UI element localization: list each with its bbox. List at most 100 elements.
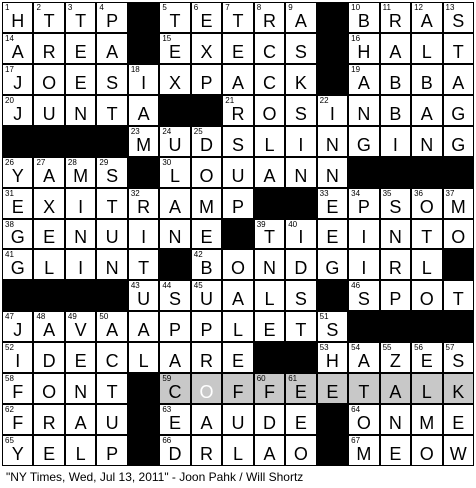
grid-cell[interactable]: T — [97, 374, 127, 404]
grid-cell[interactable]: L — [34, 250, 64, 280]
grid-cell[interactable]: R — [191, 343, 222, 373]
grid-cell[interactable]: N — [254, 250, 285, 280]
grid-cell[interactable]: L — [412, 374, 442, 404]
grid-cell[interactable]: S — [286, 33, 316, 63]
grid-cell[interactable]: 28 M — [65, 157, 96, 187]
grid-cell[interactable]: L — [254, 281, 285, 311]
grid-cell[interactable]: E — [443, 405, 473, 435]
grid-cell[interactable]: P — [191, 64, 222, 94]
grid-cell[interactable]: 27 A — [34, 157, 64, 187]
grid-cell[interactable]: I — [65, 250, 96, 280]
grid-cell[interactable]: P — [191, 312, 222, 342]
grid-cell[interactable]: S — [286, 281, 316, 311]
grid-cell[interactable]: X — [160, 64, 190, 94]
grid-cell[interactable]: 55 Z — [380, 343, 411, 373]
grid-cell[interactable]: A — [254, 157, 285, 187]
grid-cell[interactable]: L — [254, 126, 285, 156]
grid-cell[interactable]: 20 J — [3, 95, 33, 125]
grid-cell[interactable]: 43 U — [128, 281, 159, 311]
grid-cell[interactable]: 47 J — [3, 312, 33, 342]
grid-cell[interactable]: E — [191, 219, 222, 249]
grid-cell[interactable]: 53 H — [317, 343, 348, 373]
grid-cell[interactable]: E — [65, 64, 96, 94]
grid-cell[interactable]: T — [97, 188, 127, 218]
grid-cell[interactable]: E — [65, 33, 96, 63]
grid-cell[interactable]: 4P — [97, 3, 127, 32]
grid-cell[interactable]: O — [34, 374, 64, 404]
grid-cell[interactable]: A — [223, 281, 253, 311]
grid-cell[interactable]: T — [286, 312, 316, 342]
grid-cell[interactable]: O — [223, 250, 253, 280]
grid-cell[interactable]: 37 M — [443, 188, 473, 218]
grid-cell[interactable]: 57 S — [443, 343, 473, 373]
grid-cell[interactable]: 19 A — [349, 64, 379, 94]
grid-cell[interactable]: 24 U — [160, 126, 190, 156]
grid-cell[interactable]: A — [160, 188, 190, 218]
grid-cell[interactable]: 49 V — [65, 312, 96, 342]
grid-cell[interactable]: 40 I — [286, 219, 316, 249]
grid-cell[interactable]: A — [443, 64, 473, 94]
grid-cell[interactable]: O — [412, 436, 442, 465]
grid-cell[interactable]: O — [254, 95, 285, 125]
grid-cell[interactable]: N — [380, 405, 411, 435]
grid-cell[interactable]: R — [380, 250, 411, 280]
grid-cell[interactable]: I — [349, 250, 379, 280]
grid-cell[interactable]: 35 S — [380, 188, 411, 218]
grid-cell[interactable]: 54 A — [349, 343, 379, 373]
grid-cell[interactable]: U — [97, 405, 127, 435]
grid-cell[interactable]: T — [443, 33, 473, 63]
grid-cell[interactable]: 30 L — [160, 157, 190, 187]
grid-cell[interactable]: G — [317, 250, 348, 280]
grid-cell[interactable]: C — [254, 33, 285, 63]
grid-cell[interactable]: O — [34, 64, 64, 94]
grid-cell[interactable]: 52 I — [3, 343, 33, 373]
grid-cell[interactable]: B — [380, 64, 411, 94]
grid-cell[interactable]: 29 S — [97, 157, 127, 187]
grid-cell[interactable]: N — [317, 157, 348, 187]
grid-cell[interactable]: 59 C — [160, 374, 190, 404]
grid-cell[interactable]: G — [349, 126, 379, 156]
grid-cell[interactable]: 15 E — [160, 33, 190, 63]
grid-cell[interactable]: A — [128, 312, 159, 342]
grid-cell[interactable]: N — [286, 157, 316, 187]
grid-cell[interactable]: T — [128, 250, 159, 280]
grid-cell[interactable]: A — [191, 405, 222, 435]
grid-cell[interactable]: D — [286, 250, 316, 280]
grid-cell[interactable]: 44 S — [160, 281, 190, 311]
grid-cell[interactable]: U — [97, 219, 127, 249]
grid-cell[interactable]: A — [97, 33, 127, 63]
grid-cell[interactable]: A — [65, 405, 96, 435]
grid-cell[interactable]: C — [97, 343, 127, 373]
grid-cell[interactable]: N — [349, 95, 379, 125]
grid-cell[interactable]: A — [254, 436, 285, 465]
grid-cell[interactable]: 60 F — [254, 374, 285, 404]
grid-cell[interactable]: E — [34, 436, 64, 465]
grid-cell[interactable]: E — [223, 343, 253, 373]
grid-cell[interactable]: A — [160, 343, 190, 373]
grid-cell[interactable]: 12 A — [412, 3, 442, 32]
grid-cell[interactable]: E — [317, 374, 348, 404]
grid-cell[interactable]: K — [443, 374, 473, 404]
grid-cell[interactable]: 11 R — [380, 3, 411, 32]
grid-cell[interactable]: 18 I — [128, 64, 159, 94]
grid-cell[interactable]: 61 E — [286, 374, 316, 404]
grid-cell[interactable]: O — [443, 219, 473, 249]
grid-cell[interactable]: 34 P — [349, 188, 379, 218]
grid-cell[interactable]: K — [286, 64, 316, 94]
grid-cell[interactable]: A — [412, 95, 442, 125]
grid-cell[interactable]: X — [34, 188, 64, 218]
grid-cell[interactable]: T — [349, 374, 379, 404]
grid-cell[interactable]: 39 T — [254, 219, 285, 249]
grid-cell[interactable]: N — [160, 219, 190, 249]
grid-cell[interactable]: N — [65, 219, 96, 249]
grid-cell[interactable]: R — [34, 405, 64, 435]
grid-cell[interactable]: I — [128, 219, 159, 249]
grid-cell[interactable]: L — [65, 436, 96, 465]
grid-cell[interactable]: S — [286, 95, 316, 125]
grid-cell[interactable]: L — [412, 250, 442, 280]
grid-cell[interactable]: 62 F — [3, 405, 33, 435]
grid-cell[interactable]: L — [223, 312, 253, 342]
grid-cell[interactable]: I — [65, 188, 96, 218]
grid-cell[interactable]: E — [254, 312, 285, 342]
grid-cell[interactable]: 56 E — [412, 343, 442, 373]
